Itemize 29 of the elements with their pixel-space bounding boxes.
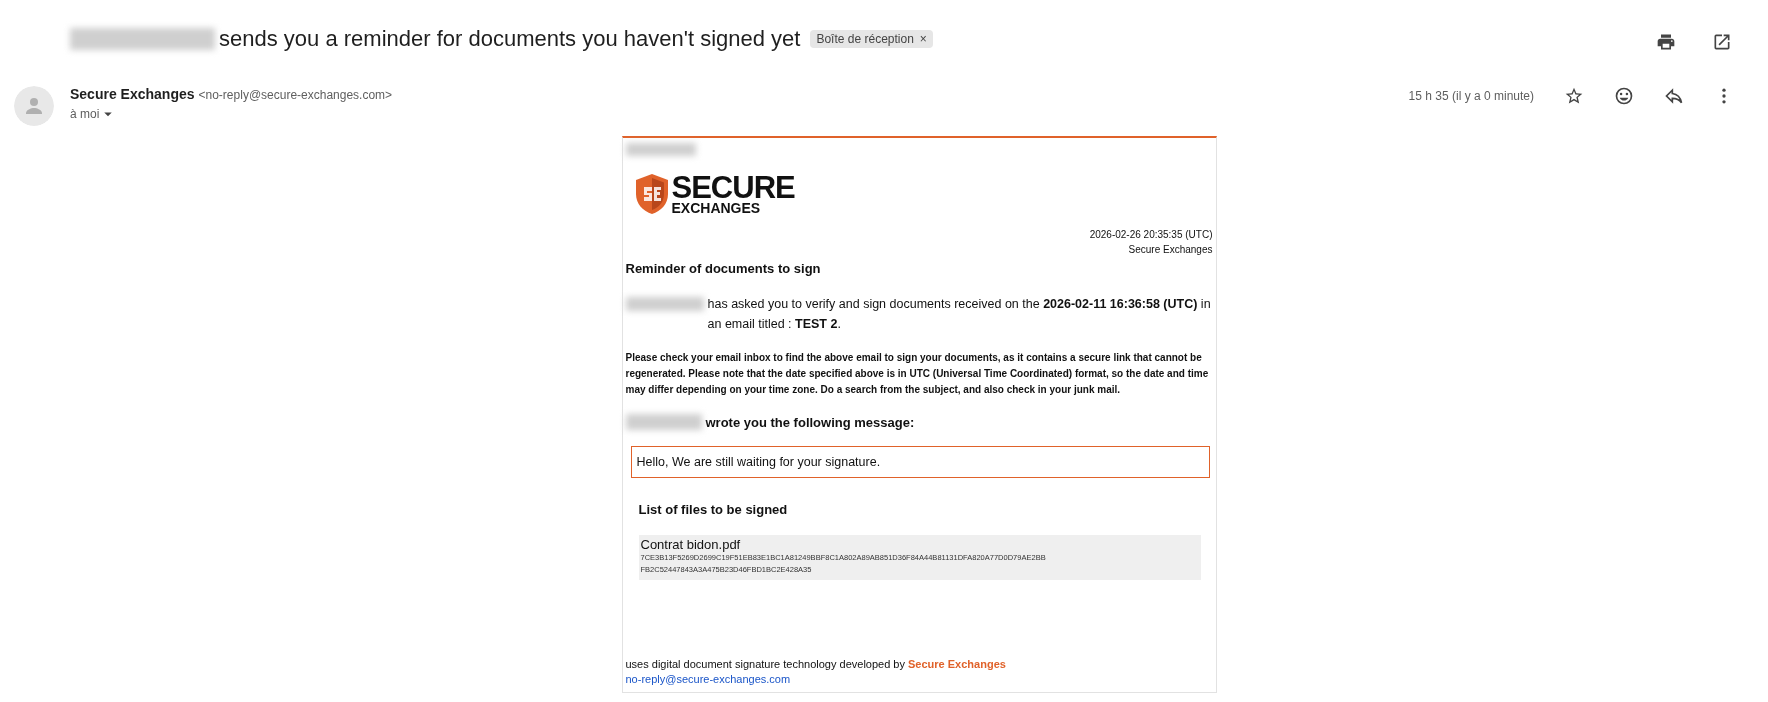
sent-timestamp: 2026-02-26 20:35:35 (UTC) bbox=[1088, 228, 1213, 242]
star-icon[interactable] bbox=[1564, 86, 1584, 106]
message-intro: wrote you the following message: bbox=[705, 414, 915, 430]
issuer-name: Secure Exchanges bbox=[1127, 243, 1213, 257]
notice-paragraph: Please check your email inbox to find the above email to sign your documents, as it contains a secure link that cannot be regenerated. Please note that the date specified above is in UTC (Universal Time Coordinated) format, so the date and time may differ depending on your time zone. Do a search from the subject, and also check in your junk mail. bbox=[625, 351, 1210, 397]
remove-label-button[interactable]: × bbox=[919, 32, 927, 46]
files-heading: List of files to be signed bbox=[638, 502, 789, 517]
smiley-icon[interactable] bbox=[1614, 86, 1634, 106]
footer-text: uses digital document signature technology developed by Secure Exchanges bbox=[625, 658, 1007, 670]
redacted-name bbox=[625, 143, 696, 156]
received-time: 15 h 35 (il y a 0 minute) bbox=[1408, 89, 1534, 103]
sender-address: <no-reply@secure-exchanges.com> bbox=[198, 88, 393, 102]
email-subject: sends you a reminder for documents you haven't signed yet bbox=[219, 26, 801, 52]
reply-icon[interactable] bbox=[1664, 86, 1684, 106]
brand-link[interactable]: Secure Exchanges bbox=[908, 658, 1006, 670]
sender-message: Hello, We are still waiting for your signature. bbox=[630, 446, 1210, 478]
email-link[interactable]: no-reply@secure-exchanges.com bbox=[625, 673, 791, 685]
recipient-label: à moi bbox=[70, 107, 100, 121]
logo-subtitle: EXCHANGES bbox=[671, 201, 762, 215]
print-icon[interactable] bbox=[1656, 32, 1676, 52]
open-in-new-window-icon[interactable] bbox=[1712, 32, 1732, 52]
email-heading: Reminder of documents to sign bbox=[625, 261, 822, 276]
file-name: Contrat bidon.pdf bbox=[640, 537, 742, 552]
avatar-icon bbox=[14, 86, 54, 126]
logo-wordmark: SECURE bbox=[671, 173, 795, 202]
sender-name: Secure Exchanges bbox=[70, 86, 195, 102]
shield-logo-icon bbox=[633, 173, 670, 215]
request-paragraph: has asked you to verify and sign documents received on the 2026-02-11 16:36:58 (UTC) in an email titled : TEST 2. bbox=[707, 296, 1212, 333]
label-chip[interactable]: Boîte de réception × bbox=[810, 30, 933, 48]
